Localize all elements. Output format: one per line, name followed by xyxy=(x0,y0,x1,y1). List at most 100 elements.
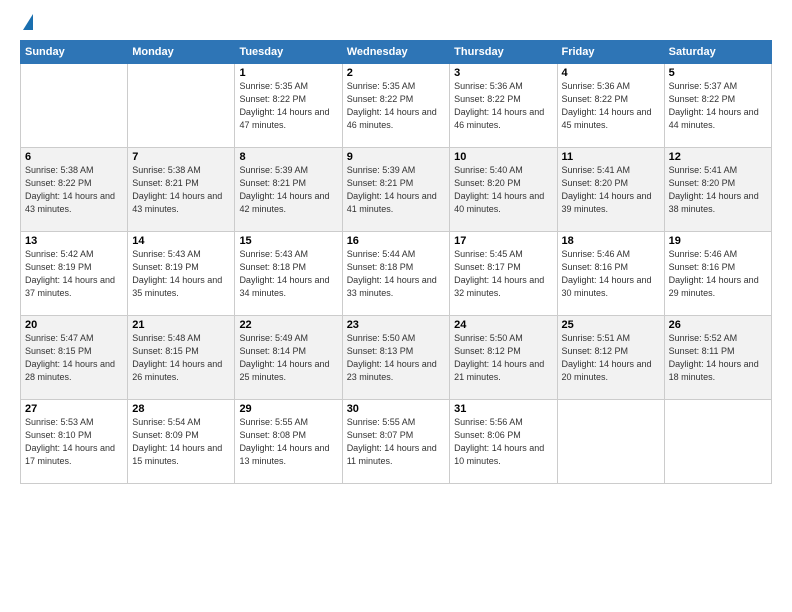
calendar-cell: 24Sunrise: 5:50 AM Sunset: 8:12 PM Dayli… xyxy=(450,316,557,400)
calendar-cell: 27Sunrise: 5:53 AM Sunset: 8:10 PM Dayli… xyxy=(21,400,128,484)
day-info: Sunrise: 5:47 AM Sunset: 8:15 PM Dayligh… xyxy=(25,332,123,384)
day-info: Sunrise: 5:50 AM Sunset: 8:12 PM Dayligh… xyxy=(454,332,552,384)
day-info: Sunrise: 5:43 AM Sunset: 8:19 PM Dayligh… xyxy=(132,248,230,300)
day-number: 20 xyxy=(25,319,123,331)
weekday-header-saturday: Saturday xyxy=(664,41,771,64)
day-number: 26 xyxy=(669,319,767,331)
day-info: Sunrise: 5:46 AM Sunset: 8:16 PM Dayligh… xyxy=(669,248,767,300)
day-info: Sunrise: 5:39 AM Sunset: 8:21 PM Dayligh… xyxy=(239,164,337,216)
day-info: Sunrise: 5:45 AM Sunset: 8:17 PM Dayligh… xyxy=(454,248,552,300)
calendar-cell: 10Sunrise: 5:40 AM Sunset: 8:20 PM Dayli… xyxy=(450,148,557,232)
day-info: Sunrise: 5:42 AM Sunset: 8:19 PM Dayligh… xyxy=(25,248,123,300)
day-number: 11 xyxy=(562,151,660,163)
weekday-header-tuesday: Tuesday xyxy=(235,41,342,64)
calendar-cell: 29Sunrise: 5:55 AM Sunset: 8:08 PM Dayli… xyxy=(235,400,342,484)
day-info: Sunrise: 5:36 AM Sunset: 8:22 PM Dayligh… xyxy=(562,80,660,132)
calendar-cell: 16Sunrise: 5:44 AM Sunset: 8:18 PM Dayli… xyxy=(342,232,449,316)
day-number: 1 xyxy=(239,67,337,79)
calendar-cell: 31Sunrise: 5:56 AM Sunset: 8:06 PM Dayli… xyxy=(450,400,557,484)
weekday-header-friday: Friday xyxy=(557,41,664,64)
calendar-cell: 21Sunrise: 5:48 AM Sunset: 8:15 PM Dayli… xyxy=(128,316,235,400)
day-info: Sunrise: 5:41 AM Sunset: 8:20 PM Dayligh… xyxy=(562,164,660,216)
day-number: 15 xyxy=(239,235,337,247)
day-number: 27 xyxy=(25,403,123,415)
calendar-cell: 4Sunrise: 5:36 AM Sunset: 8:22 PM Daylig… xyxy=(557,64,664,148)
day-number: 22 xyxy=(239,319,337,331)
day-number: 4 xyxy=(562,67,660,79)
day-info: Sunrise: 5:55 AM Sunset: 8:07 PM Dayligh… xyxy=(347,416,445,468)
weekday-header-thursday: Thursday xyxy=(450,41,557,64)
calendar-cell: 14Sunrise: 5:43 AM Sunset: 8:19 PM Dayli… xyxy=(128,232,235,316)
calendar-cell: 17Sunrise: 5:45 AM Sunset: 8:17 PM Dayli… xyxy=(450,232,557,316)
day-info: Sunrise: 5:35 AM Sunset: 8:22 PM Dayligh… xyxy=(239,80,337,132)
calendar-cell xyxy=(557,400,664,484)
calendar-cell: 23Sunrise: 5:50 AM Sunset: 8:13 PM Dayli… xyxy=(342,316,449,400)
day-number: 2 xyxy=(347,67,445,79)
day-info: Sunrise: 5:53 AM Sunset: 8:10 PM Dayligh… xyxy=(25,416,123,468)
week-row-3: 13Sunrise: 5:42 AM Sunset: 8:19 PM Dayli… xyxy=(21,232,772,316)
day-number: 23 xyxy=(347,319,445,331)
day-number: 3 xyxy=(454,67,552,79)
day-number: 18 xyxy=(562,235,660,247)
calendar-cell: 7Sunrise: 5:38 AM Sunset: 8:21 PM Daylig… xyxy=(128,148,235,232)
calendar-cell: 20Sunrise: 5:47 AM Sunset: 8:15 PM Dayli… xyxy=(21,316,128,400)
day-info: Sunrise: 5:50 AM Sunset: 8:13 PM Dayligh… xyxy=(347,332,445,384)
calendar-cell: 3Sunrise: 5:36 AM Sunset: 8:22 PM Daylig… xyxy=(450,64,557,148)
day-info: Sunrise: 5:38 AM Sunset: 8:21 PM Dayligh… xyxy=(132,164,230,216)
calendar-cell: 18Sunrise: 5:46 AM Sunset: 8:16 PM Dayli… xyxy=(557,232,664,316)
day-number: 5 xyxy=(669,67,767,79)
day-info: Sunrise: 5:41 AM Sunset: 8:20 PM Dayligh… xyxy=(669,164,767,216)
calendar-cell xyxy=(664,400,771,484)
calendar-cell: 25Sunrise: 5:51 AM Sunset: 8:12 PM Dayli… xyxy=(557,316,664,400)
logo xyxy=(20,18,33,30)
day-number: 8 xyxy=(239,151,337,163)
day-number: 29 xyxy=(239,403,337,415)
day-number: 19 xyxy=(669,235,767,247)
calendar-table: SundayMondayTuesdayWednesdayThursdayFrid… xyxy=(20,40,772,484)
day-info: Sunrise: 5:55 AM Sunset: 8:08 PM Dayligh… xyxy=(239,416,337,468)
calendar-cell: 12Sunrise: 5:41 AM Sunset: 8:20 PM Dayli… xyxy=(664,148,771,232)
weekday-header-row: SundayMondayTuesdayWednesdayThursdayFrid… xyxy=(21,41,772,64)
day-number: 16 xyxy=(347,235,445,247)
day-number: 6 xyxy=(25,151,123,163)
day-number: 7 xyxy=(132,151,230,163)
day-info: Sunrise: 5:52 AM Sunset: 8:11 PM Dayligh… xyxy=(669,332,767,384)
day-info: Sunrise: 5:40 AM Sunset: 8:20 PM Dayligh… xyxy=(454,164,552,216)
calendar-cell: 28Sunrise: 5:54 AM Sunset: 8:09 PM Dayli… xyxy=(128,400,235,484)
day-number: 9 xyxy=(347,151,445,163)
day-number: 31 xyxy=(454,403,552,415)
day-info: Sunrise: 5:54 AM Sunset: 8:09 PM Dayligh… xyxy=(132,416,230,468)
day-number: 12 xyxy=(669,151,767,163)
day-number: 25 xyxy=(562,319,660,331)
day-number: 28 xyxy=(132,403,230,415)
day-number: 17 xyxy=(454,235,552,247)
week-row-1: 1Sunrise: 5:35 AM Sunset: 8:22 PM Daylig… xyxy=(21,64,772,148)
calendar-cell: 30Sunrise: 5:55 AM Sunset: 8:07 PM Dayli… xyxy=(342,400,449,484)
calendar-cell: 9Sunrise: 5:39 AM Sunset: 8:21 PM Daylig… xyxy=(342,148,449,232)
calendar-cell xyxy=(128,64,235,148)
week-row-4: 20Sunrise: 5:47 AM Sunset: 8:15 PM Dayli… xyxy=(21,316,772,400)
weekday-header-sunday: Sunday xyxy=(21,41,128,64)
day-info: Sunrise: 5:36 AM Sunset: 8:22 PM Dayligh… xyxy=(454,80,552,132)
header xyxy=(20,18,772,30)
day-number: 21 xyxy=(132,319,230,331)
day-info: Sunrise: 5:49 AM Sunset: 8:14 PM Dayligh… xyxy=(239,332,337,384)
weekday-header-wednesday: Wednesday xyxy=(342,41,449,64)
week-row-5: 27Sunrise: 5:53 AM Sunset: 8:10 PM Dayli… xyxy=(21,400,772,484)
calendar-cell: 1Sunrise: 5:35 AM Sunset: 8:22 PM Daylig… xyxy=(235,64,342,148)
calendar-cell: 26Sunrise: 5:52 AM Sunset: 8:11 PM Dayli… xyxy=(664,316,771,400)
logo-triangle-icon xyxy=(23,14,33,30)
weekday-header-monday: Monday xyxy=(128,41,235,64)
calendar-cell: 13Sunrise: 5:42 AM Sunset: 8:19 PM Dayli… xyxy=(21,232,128,316)
day-number: 30 xyxy=(347,403,445,415)
day-number: 24 xyxy=(454,319,552,331)
calendar-cell: 8Sunrise: 5:39 AM Sunset: 8:21 PM Daylig… xyxy=(235,148,342,232)
day-info: Sunrise: 5:46 AM Sunset: 8:16 PM Dayligh… xyxy=(562,248,660,300)
day-info: Sunrise: 5:43 AM Sunset: 8:18 PM Dayligh… xyxy=(239,248,337,300)
week-row-2: 6Sunrise: 5:38 AM Sunset: 8:22 PM Daylig… xyxy=(21,148,772,232)
calendar-cell: 19Sunrise: 5:46 AM Sunset: 8:16 PM Dayli… xyxy=(664,232,771,316)
calendar-cell: 5Sunrise: 5:37 AM Sunset: 8:22 PM Daylig… xyxy=(664,64,771,148)
day-number: 10 xyxy=(454,151,552,163)
day-info: Sunrise: 5:51 AM Sunset: 8:12 PM Dayligh… xyxy=(562,332,660,384)
calendar-cell: 2Sunrise: 5:35 AM Sunset: 8:22 PM Daylig… xyxy=(342,64,449,148)
